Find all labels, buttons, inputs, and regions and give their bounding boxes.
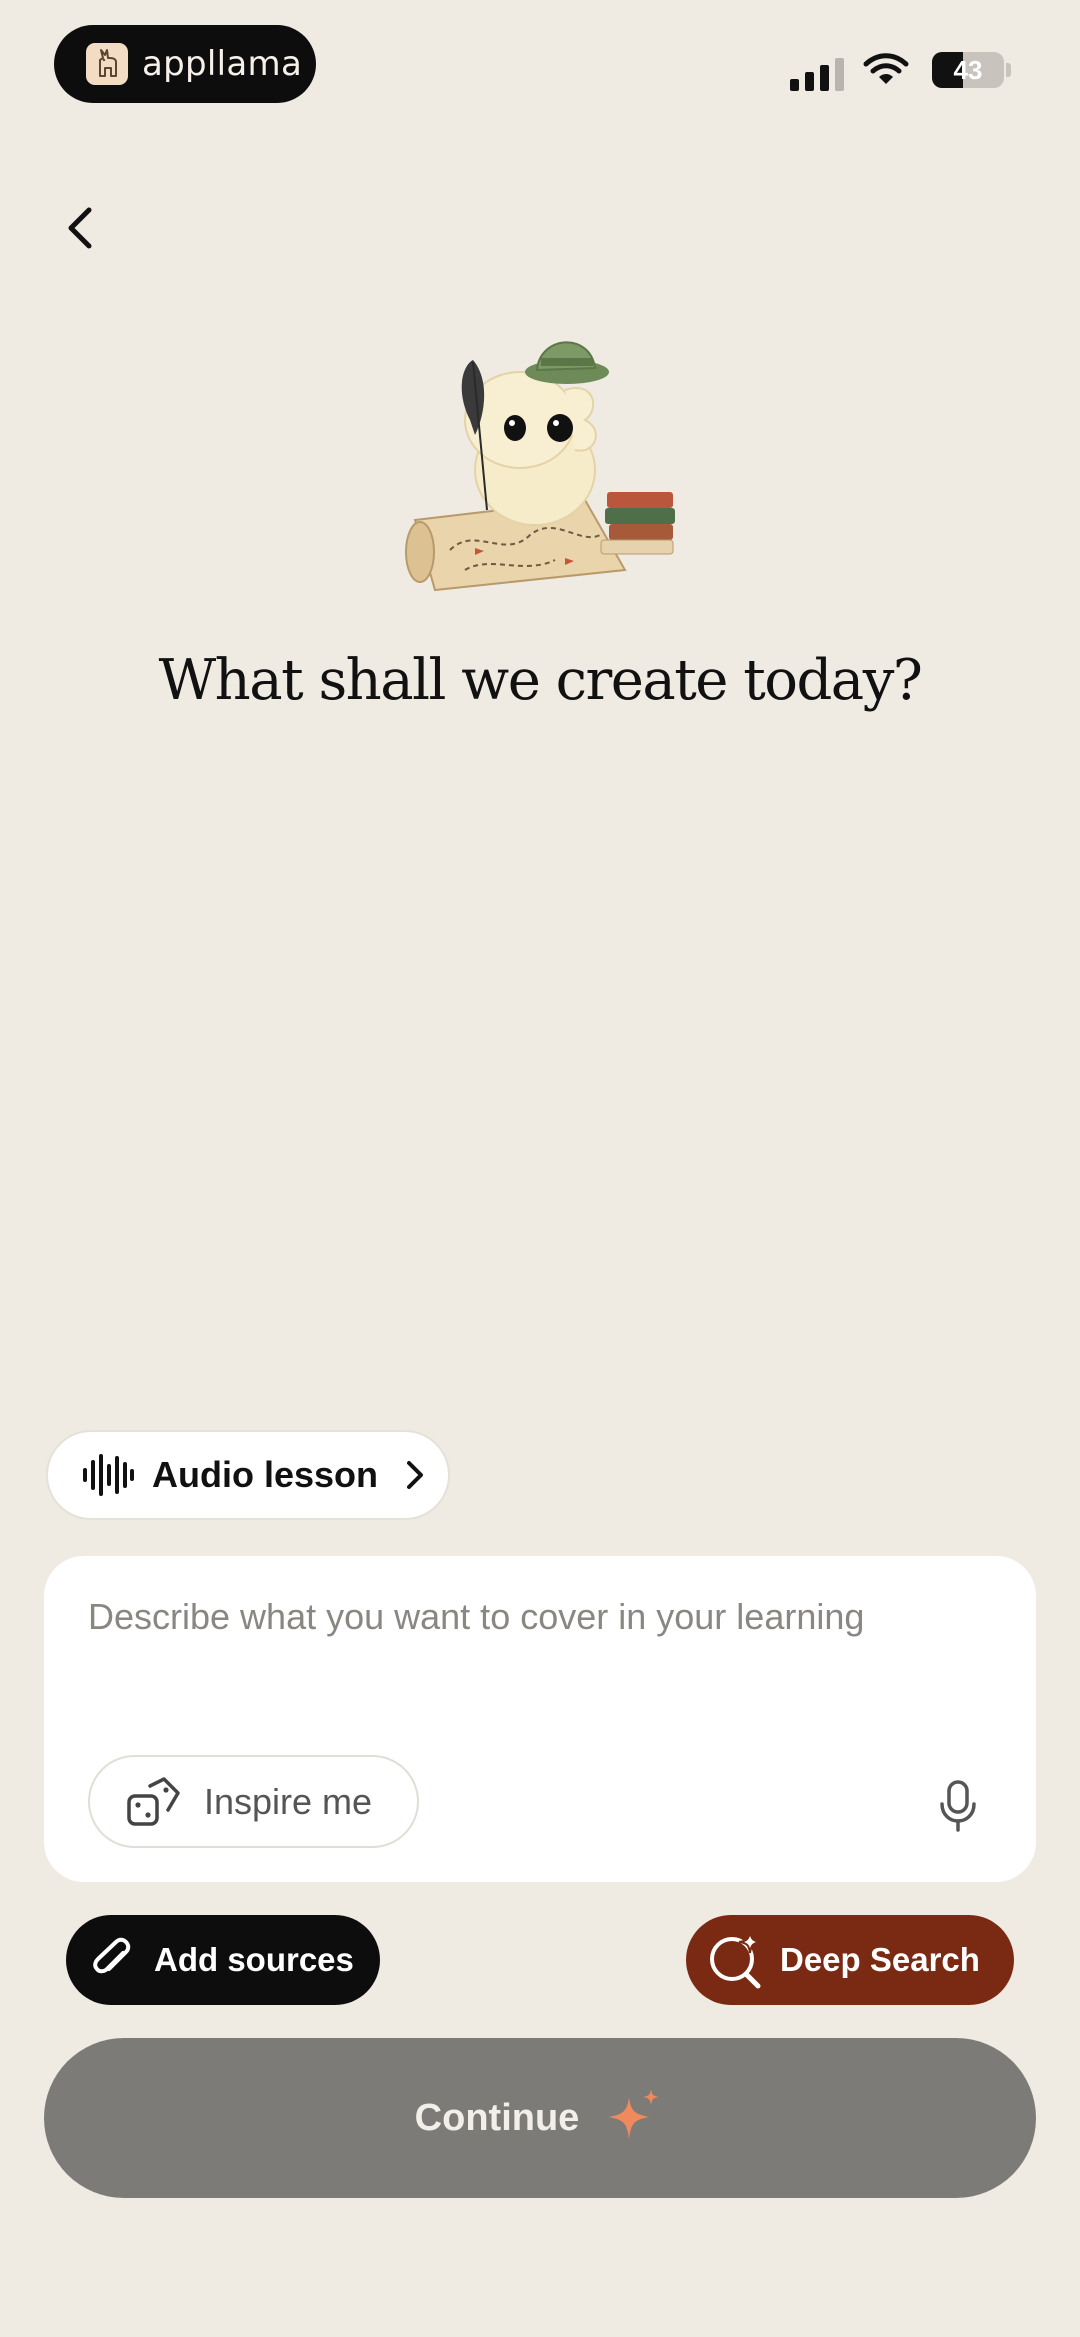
continue-button[interactable]: Continue bbox=[44, 2038, 1036, 2198]
deep-search-label: Deep Search bbox=[780, 1941, 980, 1978]
audio-lesson-label: Audio lesson bbox=[152, 1454, 379, 1495]
battery-level: 43 bbox=[953, 54, 983, 85]
prompt-input[interactable] bbox=[88, 1596, 988, 1638]
page-title: What shall we create today? bbox=[158, 648, 923, 713]
inspire-me-label: Inspire me bbox=[204, 1780, 373, 1822]
inspire-me-button[interactable]: Inspire me bbox=[88, 1755, 419, 1848]
llama-explorer-illustration bbox=[395, 320, 685, 600]
deep-search-button[interactable]: Deep Search bbox=[686, 1915, 1014, 2005]
add-sources-label: Add sources bbox=[154, 1941, 354, 1978]
chevron-right-icon bbox=[407, 1461, 424, 1489]
app-indicator-pill[interactable]: appllama bbox=[54, 25, 316, 103]
chevron-left-icon bbox=[68, 207, 92, 249]
audio-waveform-icon bbox=[83, 1454, 134, 1496]
sparkle-icon bbox=[609, 2089, 660, 2139]
wifi-icon bbox=[862, 52, 910, 93]
audio-lesson-chip[interactable]: Audio lesson bbox=[46, 1430, 450, 1520]
microphone-button[interactable] bbox=[928, 1774, 988, 1838]
back-button[interactable] bbox=[50, 198, 110, 258]
paperclip-icon bbox=[93, 1937, 131, 1974]
signal-icon bbox=[790, 58, 844, 91]
continue-label: Continue bbox=[414, 2096, 580, 2139]
dice-icon bbox=[127, 1776, 180, 1826]
llama-logo-icon bbox=[86, 43, 128, 85]
prompt-card: Inspire me bbox=[44, 1556, 1036, 1882]
app-name: appllama bbox=[142, 44, 303, 84]
sparkle-search-icon bbox=[710, 1931, 762, 1989]
microphone-icon bbox=[940, 1780, 976, 1832]
battery-icon: 43 bbox=[932, 52, 1004, 88]
add-sources-button[interactable]: Add sources bbox=[66, 1915, 380, 2005]
battery-nub bbox=[1006, 63, 1011, 77]
